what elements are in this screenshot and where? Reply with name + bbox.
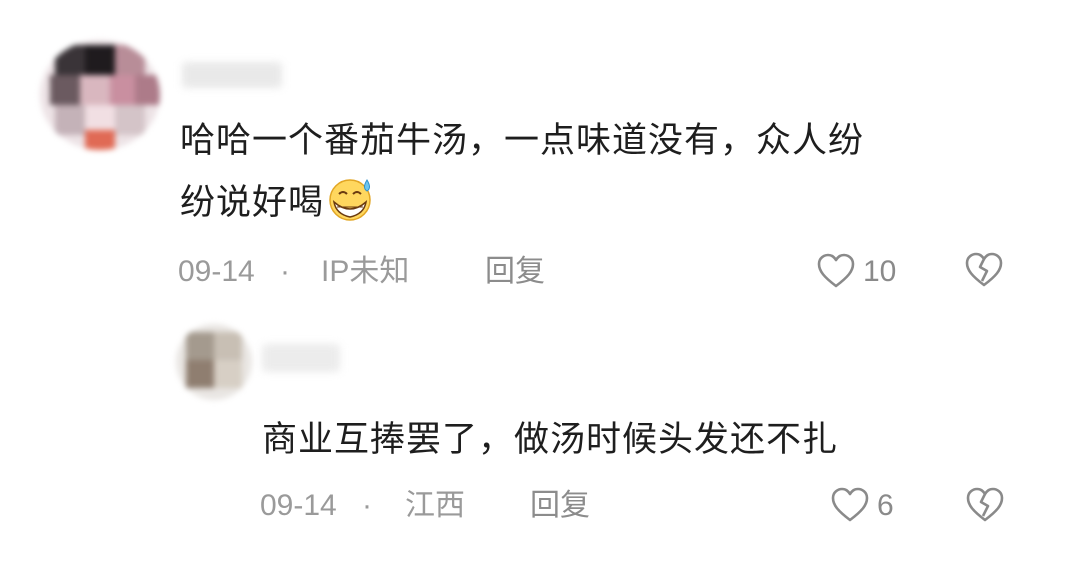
comment-meta: 09-14 · 江西 回复 xyxy=(260,486,660,526)
comment-meta: 09-14 · IP未知 回复 xyxy=(178,252,658,292)
comment-thread: 哈哈一个番茄牛汤，一点味道没有，众人纷 纷说好喝 09-14 · IP未知 回复… xyxy=(0,0,1065,561)
dislike-broken-heart-icon[interactable] xyxy=(965,486,1005,524)
reply-text: 商业互捧罢了，做汤时候头发还不扎 xyxy=(262,420,839,460)
reply-button[interactable]: 回复 xyxy=(530,486,590,526)
grinning-sweat-emoji-icon xyxy=(329,179,371,221)
comment-text-line: 纷说好喝 xyxy=(180,172,1020,234)
like-heart-icon[interactable] xyxy=(816,252,856,290)
like-count: 6 xyxy=(877,489,894,522)
username[interactable] xyxy=(182,62,282,88)
ip-location: IP未知 xyxy=(321,255,410,288)
reply-button[interactable]: 回复 xyxy=(485,252,545,292)
comment-text: 哈哈一个番茄牛汤，一点味道没有，众人纷 纷说好喝 xyxy=(180,110,1020,234)
avatar[interactable] xyxy=(40,40,160,150)
like-heart-icon[interactable] xyxy=(830,486,870,524)
comment-text-segment: 纷说好喝 xyxy=(180,183,325,223)
ip-location: 江西 xyxy=(405,489,465,522)
comment-text-line: 哈哈一个番茄牛汤，一点味道没有，众人纷 xyxy=(180,121,865,161)
comment-date: 09-14 xyxy=(178,255,255,288)
comment-date: 09-14 xyxy=(260,489,337,522)
meta-separator: · xyxy=(362,489,372,522)
dislike-broken-heart-icon[interactable] xyxy=(964,251,1004,289)
like-count: 10 xyxy=(863,255,897,288)
username[interactable] xyxy=(262,344,340,372)
avatar[interactable] xyxy=(176,324,252,400)
meta-separator: · xyxy=(280,255,290,288)
